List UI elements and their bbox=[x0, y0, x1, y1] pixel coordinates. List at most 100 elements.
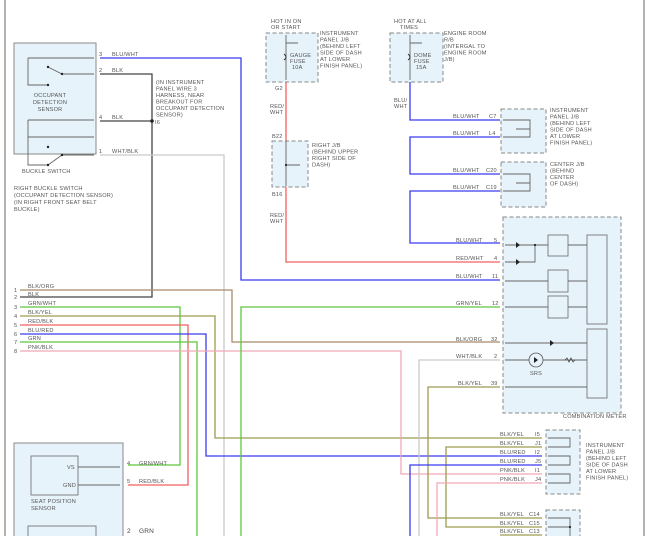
location-line: FINISH PANEL) bbox=[586, 476, 628, 482]
pin-label: 39 bbox=[491, 381, 498, 387]
terminal-label: GND bbox=[63, 483, 76, 489]
splice-note: (IN INSTRUMENT PANEL WIRE 3 HARNESS, NEA… bbox=[155, 80, 224, 126]
location-line: DASH) bbox=[312, 163, 330, 169]
wire-label: BLU/WHT bbox=[453, 114, 480, 120]
pin-label: C19 bbox=[486, 185, 497, 191]
terminal-label: VS bbox=[67, 465, 75, 471]
wire-label: BLK/YEL bbox=[500, 529, 524, 535]
location-line: ENGINE ROOM bbox=[444, 31, 487, 37]
sensor-label: SENSOR bbox=[31, 506, 56, 512]
pin-label: 7 bbox=[14, 340, 17, 346]
pin-label: 4 bbox=[127, 461, 130, 467]
pin-label: 3 bbox=[99, 52, 102, 58]
pin-label: 5 bbox=[494, 238, 497, 244]
pin-label: 2 bbox=[14, 295, 17, 301]
wire-label: BLK/YEL bbox=[500, 432, 524, 438]
center-jb: BLU/WHT C20 BLU/WHT C19 CENTER J/B (BEHI… bbox=[453, 161, 585, 208]
wire-label: PNK/BLK bbox=[28, 345, 53, 351]
location-line: INSTRUMENT bbox=[586, 443, 625, 449]
location-line: (BEHIND bbox=[550, 169, 574, 175]
pin-label: 1 bbox=[14, 288, 17, 294]
wire-label: GRN/WHT bbox=[139, 461, 168, 467]
location-line: OF DASH) bbox=[550, 182, 578, 188]
wire-label: BLU/WHT bbox=[456, 238, 483, 244]
wire-label: BLU/RED bbox=[500, 459, 526, 465]
gauge-fuse-block: HOT IN ON OR START GAUGE FUSE 10A INSTRU… bbox=[265, 19, 362, 116]
center-jb-box bbox=[500, 161, 547, 208]
location-line: AT LOWER bbox=[550, 134, 580, 140]
splice-id: I6 bbox=[155, 120, 160, 126]
location-line: CENTER bbox=[550, 175, 574, 181]
hot-label: TIMES bbox=[400, 25, 418, 31]
wire-label: RED/BLK bbox=[139, 479, 164, 485]
pin-label: G2 bbox=[275, 86, 283, 92]
note-line: BREAKOUT FOR bbox=[156, 100, 202, 106]
pin-label: C14 bbox=[529, 512, 540, 518]
location-line: SIDE OF DASH bbox=[320, 51, 362, 57]
location-line: CENTER J/B bbox=[550, 162, 585, 168]
location-line: INSTRUMENT bbox=[550, 108, 589, 114]
wire-label: BLU/WHT bbox=[456, 274, 483, 280]
pin-label: J1 bbox=[535, 441, 541, 447]
location-line: PANEL J/B bbox=[320, 38, 349, 44]
wire-label: GRN bbox=[28, 336, 41, 342]
fuse-rating: 10A bbox=[292, 65, 303, 71]
location-line: (BEHIND LEFT bbox=[320, 44, 361, 50]
pin-label: 11 bbox=[492, 274, 498, 280]
meter-module bbox=[547, 269, 569, 293]
location-line: SIDE OF DASH bbox=[586, 463, 628, 469]
location-line: J/B) bbox=[444, 57, 455, 63]
pin-label: C15 bbox=[529, 521, 540, 527]
ip-jb-top: BLU/WHT C7 BLU/WHT L4 INSTRUMENT PANEL J… bbox=[453, 108, 592, 154]
note-line: OCCUPANT DETECTION bbox=[156, 106, 224, 112]
location-line: RIGHT J/B bbox=[312, 143, 341, 149]
location-line: R/B bbox=[444, 38, 454, 44]
occupant-sensor-label: OCCUPANT bbox=[34, 93, 67, 99]
pin-label: B22 bbox=[272, 134, 283, 140]
component-label: BUCKLE) bbox=[14, 207, 40, 213]
pin-label: B16 bbox=[272, 192, 283, 198]
location-line: AT LOWER bbox=[586, 469, 616, 475]
wire-label: WHT bbox=[270, 110, 284, 116]
splice-dot bbox=[150, 119, 154, 123]
dome-fuse-block: HOT AT ALL TIMES DOME FUSE 15A ENGINE RO… bbox=[389, 19, 487, 110]
buckle-switch-label: BUCKLE SWITCH bbox=[22, 169, 71, 175]
location-line: FINISH PANEL) bbox=[320, 64, 362, 70]
pin-label: 4 bbox=[99, 115, 102, 121]
right-jb-box bbox=[271, 140, 309, 188]
pin-label: C20 bbox=[486, 168, 497, 174]
seat-position-sensor: VS GND SEAT POSITION SENSOR 4 GRN/WHT 5 … bbox=[13, 442, 168, 536]
wire-label: RED/BLK bbox=[28, 319, 53, 325]
wire-label: BLK/YEL bbox=[500, 521, 524, 527]
pin-label: 1 bbox=[99, 149, 102, 155]
location-line: AT LOWER bbox=[320, 57, 350, 63]
pin-label: 5 bbox=[127, 479, 130, 485]
wire-label: BLU/WHT bbox=[453, 185, 480, 191]
component-label: (IN RIGHT FRONT SEAT BELT bbox=[14, 200, 97, 206]
note-line: SENSOR) bbox=[156, 113, 183, 119]
hot-label: OR START bbox=[271, 25, 301, 31]
right-jb-block: B22 RIGHT J/B (BEHIND UPPER RIGHT SIDE O… bbox=[270, 134, 358, 225]
wire-label: BLK/YEL bbox=[28, 310, 52, 316]
component-label: (OCCUPANT DETECTION SENSOR) bbox=[14, 193, 113, 199]
wire-label: PNK/BLK bbox=[500, 477, 525, 483]
wire-label: WHT bbox=[270, 219, 284, 225]
ip-jb-bottom-box bbox=[545, 429, 581, 495]
wire-pnk-blk-j4 bbox=[436, 482, 542, 536]
location-line: PANEL J/B bbox=[586, 450, 615, 456]
occupant-sensor-label: DETECTION bbox=[33, 100, 67, 106]
meter-module bbox=[547, 234, 569, 257]
bottom-jb-box bbox=[545, 509, 581, 536]
pin-label: 2 bbox=[127, 528, 131, 535]
wire-label: BLK/YEL bbox=[458, 381, 482, 387]
pin-label: 32 bbox=[491, 337, 498, 343]
pin-label: L4 bbox=[489, 131, 496, 137]
wire-label: BLK/ORG bbox=[456, 337, 482, 343]
wire-label: BLU/RED bbox=[500, 450, 526, 456]
wiring-diagram: 3 2 4 1 BLU/WHT BLK BLK WHT/BLK OCCUPANT… bbox=[4, 0, 645, 536]
location-line: PANEL J/B bbox=[550, 115, 579, 121]
location-line: FINISH PANEL) bbox=[550, 141, 592, 147]
pin-label: 4 bbox=[494, 256, 497, 262]
wire-label: BLK/YEL bbox=[500, 441, 524, 447]
occupant-sensor-label: SENSOR bbox=[38, 107, 63, 113]
